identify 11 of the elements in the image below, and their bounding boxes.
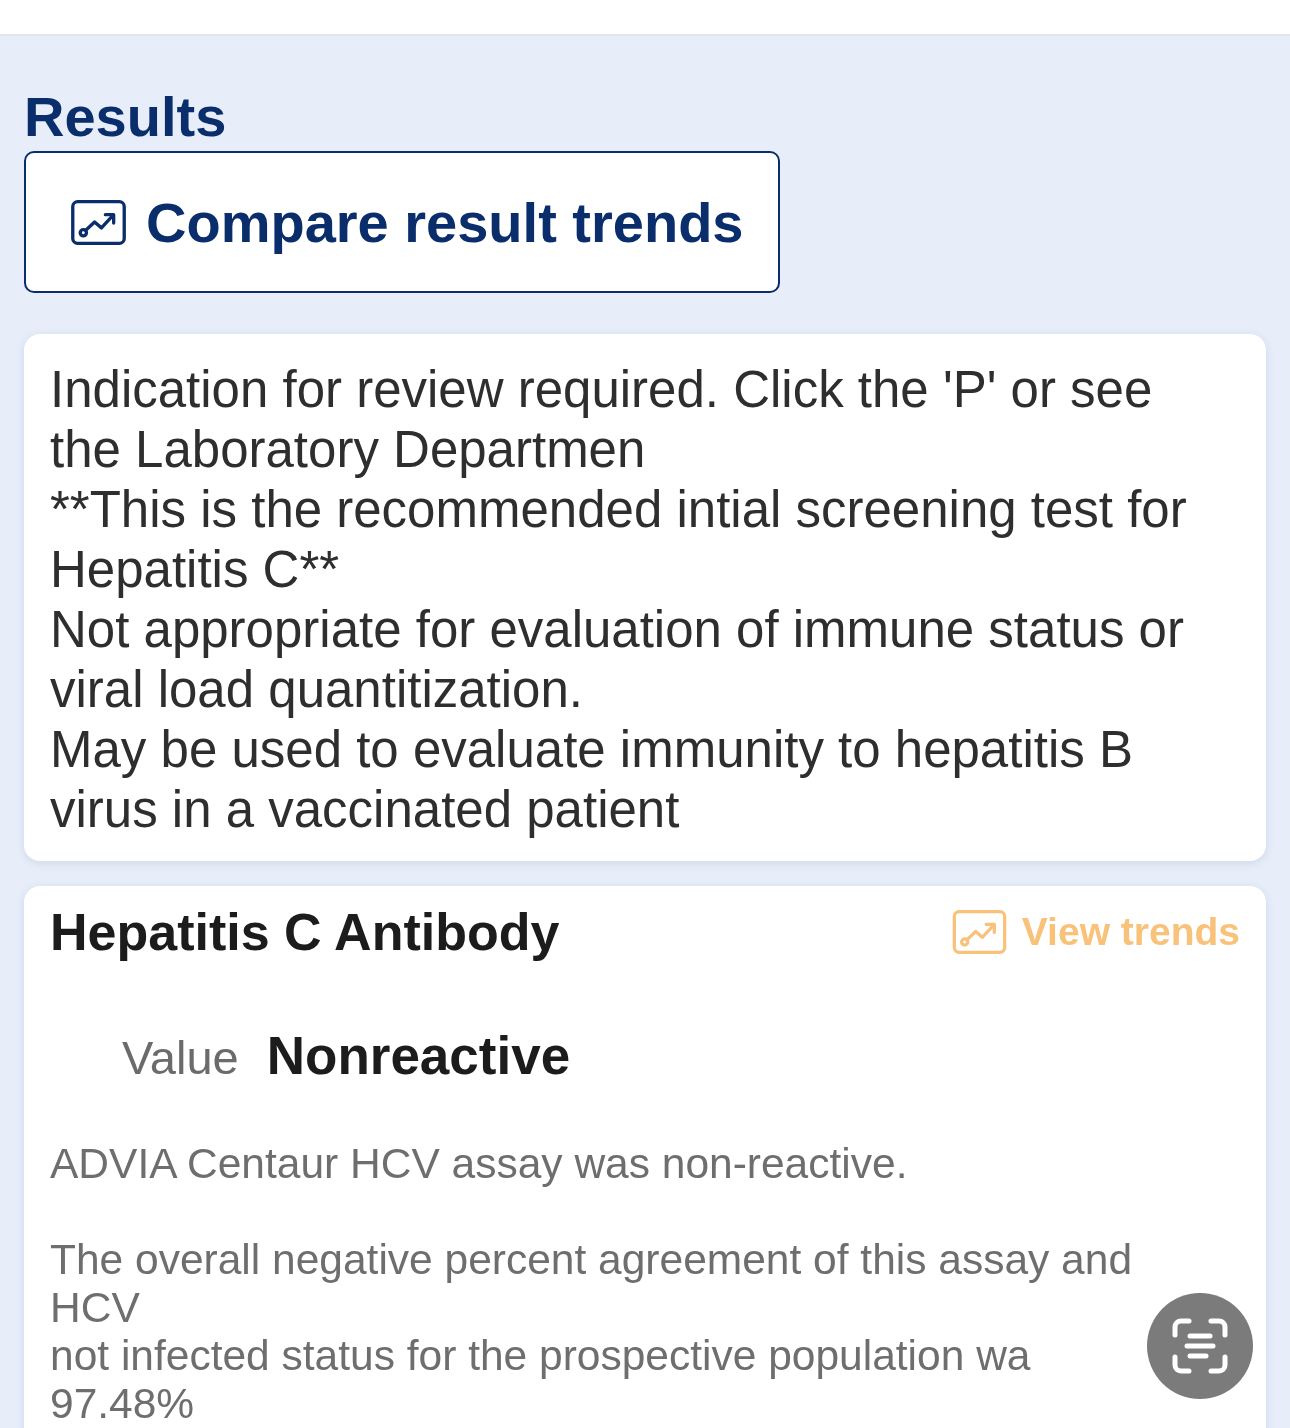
trend-chart-icon bbox=[71, 199, 126, 245]
notice-text: Indication for review required. Click the 'P' or see the Laboratory Departmen **This is the recommended intial screening test for Hepatitis C** Not appropriate for evaluation of immune status or viral load quantitization. May be used to evaluate immunity to hepatitis B virus in a vaccinated patient bbox=[50, 360, 1188, 840]
test-name: Hepatitis C Antibody bbox=[50, 904, 560, 960]
result-comment: ADVIA Centaur HCV assay was non-reactive. bbox=[50, 1140, 909, 1188]
result-value: Nonreactive bbox=[266, 1028, 571, 1084]
section-title: Results bbox=[24, 84, 227, 150]
compare-trends-button[interactable]: Compare result trends bbox=[24, 151, 780, 293]
result-comment: The overall negative percent agreement of this assay and HCV not infected status for the prospective population wa 97.48% bbox=[50, 1236, 1134, 1428]
scan-text-icon bbox=[1172, 1318, 1228, 1374]
value-label: Value bbox=[122, 1030, 239, 1086]
trend-chart-icon bbox=[951, 910, 1007, 954]
